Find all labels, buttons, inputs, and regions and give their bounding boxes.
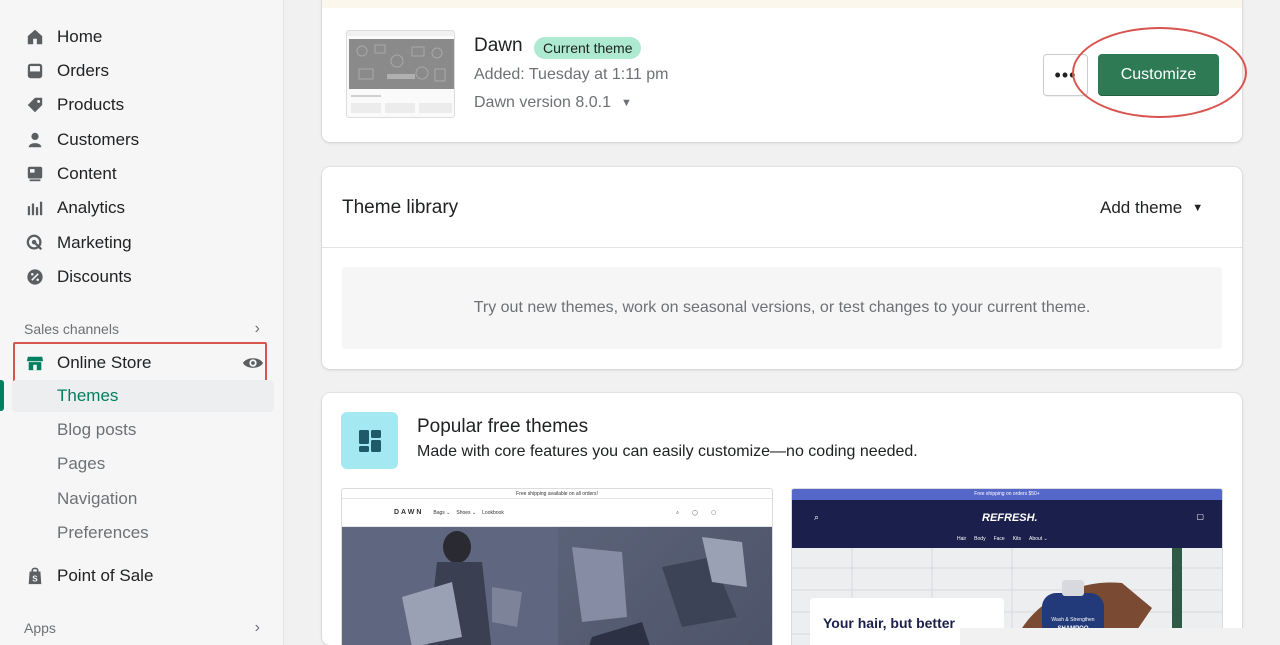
sidebar-item-label: Content bbox=[57, 164, 117, 183]
refresh-nav: Hair Body Face Kits About ⌄ bbox=[957, 536, 1048, 542]
dawn-hero-image bbox=[342, 527, 772, 645]
refresh-announcement-bar: Free shipping on orders $50+ bbox=[792, 489, 1222, 500]
theme-library-empty-state: Try out new themes, work on seasonal ver… bbox=[342, 267, 1222, 349]
sidebar-item-analytics[interactable]: Analytics bbox=[12, 192, 274, 224]
marketing-icon bbox=[24, 232, 46, 254]
sidebar-subitem-navigation[interactable]: Navigation bbox=[12, 483, 274, 515]
add-theme-dropdown[interactable]: Add theme ▼ bbox=[1100, 198, 1203, 218]
empty-state-text: Try out new themes, work on seasonal ver… bbox=[473, 299, 1091, 316]
theme-name: Dawn bbox=[474, 35, 523, 56]
search-icon: ⌕ bbox=[814, 512, 820, 522]
theme-library-title: Theme library bbox=[342, 197, 459, 218]
popular-themes-subtitle: Made with core features you can easily c… bbox=[417, 443, 918, 460]
tag-icon bbox=[24, 94, 46, 116]
refresh-nav-item: Kits bbox=[1012, 536, 1022, 542]
product-label-text: Wash & Strengthen bbox=[1051, 617, 1094, 623]
sidebar-subitem-pages[interactable]: Pages bbox=[12, 448, 274, 480]
caret-down-icon: ▼ bbox=[1192, 202, 1204, 214]
sales-channels-label: Sales channels bbox=[24, 321, 119, 337]
dawn-theme-preview[interactable]: Free shipping available on all orders! D… bbox=[341, 488, 773, 645]
sidebar-item-home[interactable]: Home bbox=[12, 21, 274, 53]
theme-thumbnail[interactable] bbox=[346, 30, 455, 118]
sidebar-item-content[interactable]: Content bbox=[12, 158, 274, 190]
person-icon bbox=[24, 129, 46, 151]
orders-icon bbox=[24, 60, 46, 82]
sidebar-subitem-label: Navigation bbox=[57, 489, 138, 508]
popular-themes-title: Popular free themes bbox=[417, 416, 589, 437]
dawn-nav-item: Bags ⌄ bbox=[433, 509, 451, 516]
analytics-icon bbox=[24, 197, 46, 219]
svg-text:S: S bbox=[32, 574, 38, 583]
home-icon bbox=[24, 26, 46, 48]
sidebar-subitem-label: Pages bbox=[57, 454, 106, 473]
sidebar-item-label: Discounts bbox=[57, 267, 132, 286]
sidebar: Home Orders Products Customers Content A… bbox=[0, 0, 284, 645]
sidebar-item-label: Marketing bbox=[57, 233, 132, 252]
scroll-fade bbox=[960, 628, 1280, 645]
dawn-header: DAWN Bags ⌄ Shoes ⌄ Lookbook ⌕ ◯ ▢ bbox=[342, 499, 772, 527]
theme-version-label: Dawn version 8.0.1 bbox=[474, 94, 611, 111]
caret-down-icon: ▼ bbox=[620, 97, 632, 109]
sidebar-item-label: Orders bbox=[57, 61, 109, 80]
dawn-nav-item: Lookbook bbox=[482, 509, 504, 516]
refresh-logo: REFRESH. bbox=[982, 512, 1038, 524]
sidebar-item-orders[interactable]: Orders bbox=[12, 55, 274, 87]
dawn-logo: DAWN bbox=[394, 509, 424, 516]
refresh-nav-item: Hair bbox=[957, 536, 967, 542]
refresh-nav-item: About ⌄ bbox=[1029, 536, 1048, 542]
theme-library-card: Theme library Add theme ▼ Try out new th… bbox=[322, 167, 1242, 369]
sidebar-item-products[interactable]: Products bbox=[12, 89, 274, 121]
sidebar-item-label: Products bbox=[57, 95, 125, 114]
sidebar-item-label: Analytics bbox=[57, 198, 126, 217]
popular-themes-card: Popular free themes Made with core featu… bbox=[322, 393, 1242, 645]
chevron-right-icon: › bbox=[254, 320, 260, 337]
refresh-headline: Your hair, but better bbox=[823, 615, 955, 631]
sidebar-subitem-blog-posts[interactable]: Blog posts bbox=[12, 414, 274, 446]
sidebar-item-discounts[interactable]: Discounts bbox=[12, 261, 274, 293]
refresh-nav-item: Face bbox=[993, 536, 1005, 542]
annotation-highlight-ellipse bbox=[1072, 27, 1247, 118]
discount-icon bbox=[24, 266, 46, 288]
refresh-header: ⌕ REFRESH. ▢ Hair Body Face Kits About ⌄ bbox=[792, 500, 1222, 548]
refresh-nav-item: Body bbox=[974, 536, 986, 542]
dawn-nav-item: Shoes ⌄ bbox=[456, 509, 477, 516]
cart-icon: ▢ bbox=[1196, 512, 1204, 521]
sidebar-item-label: Point of Sale bbox=[57, 566, 154, 585]
dawn-header-icons: ⌕ ◯ ▢ bbox=[676, 509, 722, 516]
apps-header[interactable]: Apps › bbox=[24, 619, 260, 637]
current-theme-badge: Current theme bbox=[534, 37, 642, 59]
theme-version-dropdown[interactable]: Dawn version 8.0.1 ▼ bbox=[474, 94, 632, 112]
sales-channels-header[interactable]: Sales channels › bbox=[24, 320, 260, 338]
chevron-right-icon: › bbox=[254, 619, 260, 636]
refresh-theme-preview[interactable]: Free shipping on orders $50+ ⌕ REFRESH. … bbox=[791, 488, 1223, 645]
sidebar-subitem-preferences[interactable]: Preferences bbox=[12, 517, 274, 549]
active-indicator bbox=[0, 380, 4, 411]
theme-layout-icon bbox=[341, 412, 398, 469]
card-top-strip bbox=[322, 0, 1242, 8]
sidebar-subitem-label: Blog posts bbox=[57, 420, 137, 439]
dawn-announcement-bar: Free shipping available on all orders! bbox=[342, 489, 772, 499]
divider bbox=[322, 247, 1242, 248]
apps-label: Apps bbox=[24, 620, 56, 636]
sidebar-item-label: Customers bbox=[57, 130, 140, 149]
pos-bag-icon: S bbox=[24, 565, 46, 587]
content-icon bbox=[24, 163, 46, 185]
sidebar-subitem-themes[interactable]: Themes bbox=[12, 380, 274, 412]
sidebar-item-marketing[interactable]: Marketing bbox=[12, 227, 274, 259]
sidebar-subitem-label: Preferences bbox=[57, 523, 149, 542]
add-theme-label: Add theme bbox=[1100, 198, 1183, 217]
sidebar-subitem-label: Themes bbox=[57, 386, 119, 405]
sidebar-item-label: Home bbox=[57, 27, 103, 46]
annotation-highlight-box bbox=[13, 342, 267, 383]
theme-added-date: Added: Tuesday at 1:11 pm bbox=[474, 66, 669, 83]
sidebar-item-customers[interactable]: Customers bbox=[12, 124, 274, 156]
sidebar-item-point-of-sale[interactable]: S Point of Sale bbox=[12, 560, 274, 592]
